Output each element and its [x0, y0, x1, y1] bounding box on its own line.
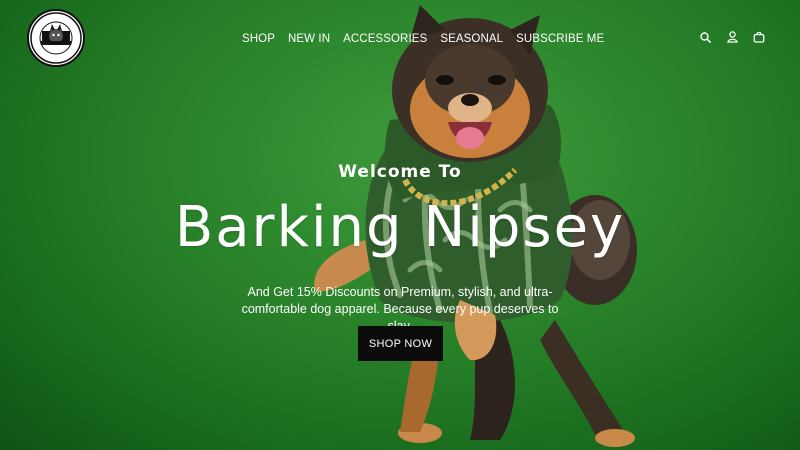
nav-item-shop[interactable]: SHOP [242, 32, 275, 46]
hero-title: Barking Nipsey [174, 195, 626, 260]
hero-banner: SHOP NEW IN ACCESSORIES SEASONAL SUBSCRI… [0, 0, 800, 450]
nav-item-accessories[interactable]: ACCESSORIES [343, 32, 427, 46]
header-icons [698, 28, 766, 46]
site-header: SHOP NEW IN ACCESSORIES SEASONAL SUBSCRI… [0, 0, 800, 76]
shop-now-button[interactable]: SHOP NOW [358, 326, 443, 361]
logo-emblem-icon [30, 12, 82, 64]
main-nav: SHOP NEW IN ACCESSORIES SEASONAL SUBSCRI… [242, 31, 604, 47]
nav-item-subscribe-me[interactable]: SUBSCRIBE ME [516, 32, 604, 46]
brand-logo[interactable] [27, 9, 85, 67]
cart-icon[interactable] [752, 28, 766, 46]
hero-welcome-text: Welcome To [338, 162, 462, 182]
nav-item-new-in[interactable]: NEW IN [288, 32, 330, 46]
nav-item-seasonal[interactable]: SEASONAL [440, 32, 503, 46]
search-icon[interactable] [698, 28, 712, 46]
account-icon[interactable] [725, 28, 739, 46]
